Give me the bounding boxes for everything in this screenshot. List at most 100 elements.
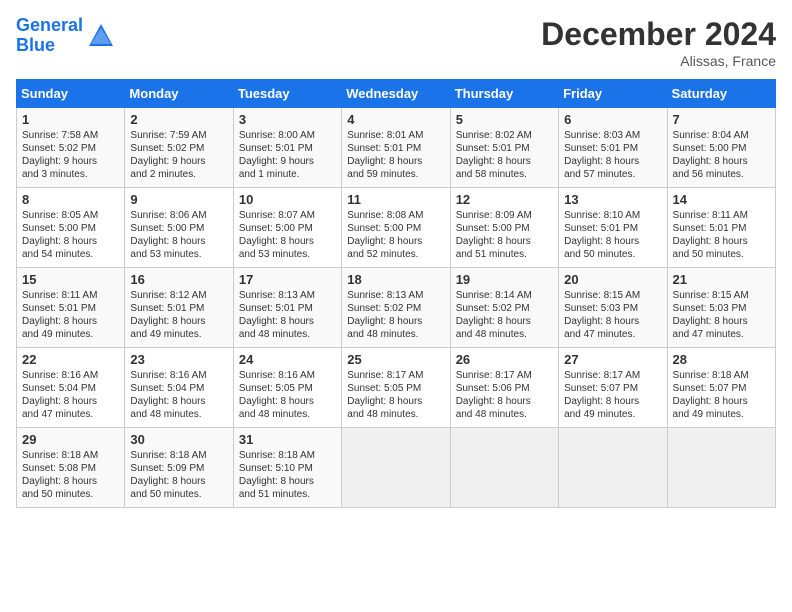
- day-info-line: and 48 minutes.: [456, 408, 553, 421]
- day-info-line: Daylight: 8 hours: [564, 155, 661, 168]
- calendar-header: SundayMondayTuesdayWednesdayThursdayFrid…: [17, 80, 776, 108]
- day-info-line: Sunrise: 8:04 AM: [673, 129, 770, 142]
- day-number: 24: [239, 352, 336, 367]
- day-info-line: Daylight: 8 hours: [22, 315, 119, 328]
- day-info-line: and 48 minutes.: [347, 408, 444, 421]
- logo-icon: [87, 22, 115, 50]
- day-info-line: Daylight: 8 hours: [130, 315, 227, 328]
- day-info-line: Daylight: 8 hours: [673, 315, 770, 328]
- day-number: 26: [456, 352, 553, 367]
- day-info-line: Daylight: 8 hours: [456, 155, 553, 168]
- day-info-line: and 1 minute.: [239, 168, 336, 181]
- day-info-line: Sunset: 5:00 PM: [347, 222, 444, 235]
- title-block: December 2024 Alissas, France: [541, 16, 776, 69]
- day-info-line: Sunrise: 8:09 AM: [456, 209, 553, 222]
- day-info-line: Sunset: 5:01 PM: [239, 302, 336, 315]
- day-info-line: and 51 minutes.: [239, 488, 336, 501]
- day-number: 5: [456, 112, 553, 127]
- day-info-line: Sunset: 5:03 PM: [564, 302, 661, 315]
- day-info-line: Sunrise: 8:18 AM: [673, 369, 770, 382]
- logo-text: GeneralBlue: [16, 16, 83, 56]
- page-header: GeneralBlue December 2024 Alissas, Franc…: [16, 16, 776, 69]
- day-info-line: Daylight: 8 hours: [564, 235, 661, 248]
- day-info-line: Sunrise: 8:08 AM: [347, 209, 444, 222]
- day-info-line: Sunrise: 8:12 AM: [130, 289, 227, 302]
- calendar-cell: 11Sunrise: 8:08 AMSunset: 5:00 PMDayligh…: [342, 188, 450, 268]
- day-info-line: Sunset: 5:01 PM: [564, 222, 661, 235]
- calendar-cell: 30Sunrise: 8:18 AMSunset: 5:09 PMDayligh…: [125, 428, 233, 508]
- calendar-cell: 9Sunrise: 8:06 AMSunset: 5:00 PMDaylight…: [125, 188, 233, 268]
- location: Alissas, France: [541, 53, 776, 69]
- day-number: 29: [22, 432, 119, 447]
- day-info-line: and 52 minutes.: [347, 248, 444, 261]
- header-cell-wednesday: Wednesday: [342, 80, 450, 108]
- day-number: 20: [564, 272, 661, 287]
- day-info-line: Sunrise: 8:18 AM: [239, 449, 336, 462]
- day-info-line: Sunset: 5:04 PM: [130, 382, 227, 395]
- day-info-line: Sunset: 5:08 PM: [22, 462, 119, 475]
- day-number: 28: [673, 352, 770, 367]
- day-info-line: Sunset: 5:01 PM: [456, 142, 553, 155]
- day-info-line: and 49 minutes.: [22, 328, 119, 341]
- day-info-line: and 58 minutes.: [456, 168, 553, 181]
- day-info-line: and 50 minutes.: [22, 488, 119, 501]
- header-row: SundayMondayTuesdayWednesdayThursdayFrid…: [17, 80, 776, 108]
- day-info-line: Sunset: 5:02 PM: [130, 142, 227, 155]
- day-info-line: and 57 minutes.: [564, 168, 661, 181]
- day-info-line: Daylight: 8 hours: [22, 235, 119, 248]
- day-number: 11: [347, 192, 444, 207]
- day-number: 16: [130, 272, 227, 287]
- day-number: 21: [673, 272, 770, 287]
- day-info-line: Daylight: 9 hours: [239, 155, 336, 168]
- day-info-line: Daylight: 8 hours: [130, 395, 227, 408]
- day-info-line: and 49 minutes.: [673, 408, 770, 421]
- day-info-line: and 3 minutes.: [22, 168, 119, 181]
- calendar-cell: 1Sunrise: 7:58 AMSunset: 5:02 PMDaylight…: [17, 108, 125, 188]
- day-info-line: and 53 minutes.: [130, 248, 227, 261]
- day-info-line: Daylight: 8 hours: [130, 475, 227, 488]
- day-number: 6: [564, 112, 661, 127]
- day-info-line: Sunrise: 8:17 AM: [456, 369, 553, 382]
- calendar-cell: 6Sunrise: 8:03 AMSunset: 5:01 PMDaylight…: [559, 108, 667, 188]
- calendar-cell: 27Sunrise: 8:17 AMSunset: 5:07 PMDayligh…: [559, 348, 667, 428]
- day-info-line: Daylight: 8 hours: [239, 235, 336, 248]
- calendar-table: SundayMondayTuesdayWednesdayThursdayFrid…: [16, 79, 776, 508]
- day-number: 25: [347, 352, 444, 367]
- calendar-cell: 7Sunrise: 8:04 AMSunset: 5:00 PMDaylight…: [667, 108, 775, 188]
- day-info-line: Sunrise: 8:18 AM: [130, 449, 227, 462]
- day-info-line: Sunrise: 7:59 AM: [130, 129, 227, 142]
- day-info-line: Sunset: 5:01 PM: [564, 142, 661, 155]
- day-info-line: Sunset: 5:00 PM: [456, 222, 553, 235]
- day-number: 12: [456, 192, 553, 207]
- calendar-cell: 17Sunrise: 8:13 AMSunset: 5:01 PMDayligh…: [233, 268, 341, 348]
- day-info-line: Sunrise: 8:06 AM: [130, 209, 227, 222]
- day-info-line: Sunrise: 7:58 AM: [22, 129, 119, 142]
- day-info-line: Daylight: 8 hours: [239, 395, 336, 408]
- day-info-line: and 47 minutes.: [673, 328, 770, 341]
- day-info-line: Sunset: 5:00 PM: [673, 142, 770, 155]
- calendar-cell: [342, 428, 450, 508]
- day-info-line: and 49 minutes.: [130, 328, 227, 341]
- calendar-cell: 13Sunrise: 8:10 AMSunset: 5:01 PMDayligh…: [559, 188, 667, 268]
- day-info-line: Sunrise: 8:07 AM: [239, 209, 336, 222]
- day-info-line: Sunrise: 8:17 AM: [347, 369, 444, 382]
- day-number: 4: [347, 112, 444, 127]
- day-info-line: Sunset: 5:00 PM: [22, 222, 119, 235]
- header-cell-thursday: Thursday: [450, 80, 558, 108]
- day-number: 1: [22, 112, 119, 127]
- day-info-line: Sunrise: 8:15 AM: [673, 289, 770, 302]
- header-cell-saturday: Saturday: [667, 80, 775, 108]
- day-info-line: and 50 minutes.: [130, 488, 227, 501]
- day-info-line: Sunset: 5:01 PM: [673, 222, 770, 235]
- day-info-line: Sunrise: 8:05 AM: [22, 209, 119, 222]
- day-info-line: and 48 minutes.: [347, 328, 444, 341]
- calendar-cell: [559, 428, 667, 508]
- day-info-line: Sunset: 5:00 PM: [130, 222, 227, 235]
- day-info-line: Sunset: 5:01 PM: [130, 302, 227, 315]
- day-info-line: and 51 minutes.: [456, 248, 553, 261]
- day-info-line: and 59 minutes.: [347, 168, 444, 181]
- day-info-line: Sunset: 5:04 PM: [22, 382, 119, 395]
- day-info-line: and 54 minutes.: [22, 248, 119, 261]
- day-info-line: Sunset: 5:03 PM: [673, 302, 770, 315]
- calendar-cell: 20Sunrise: 8:15 AMSunset: 5:03 PMDayligh…: [559, 268, 667, 348]
